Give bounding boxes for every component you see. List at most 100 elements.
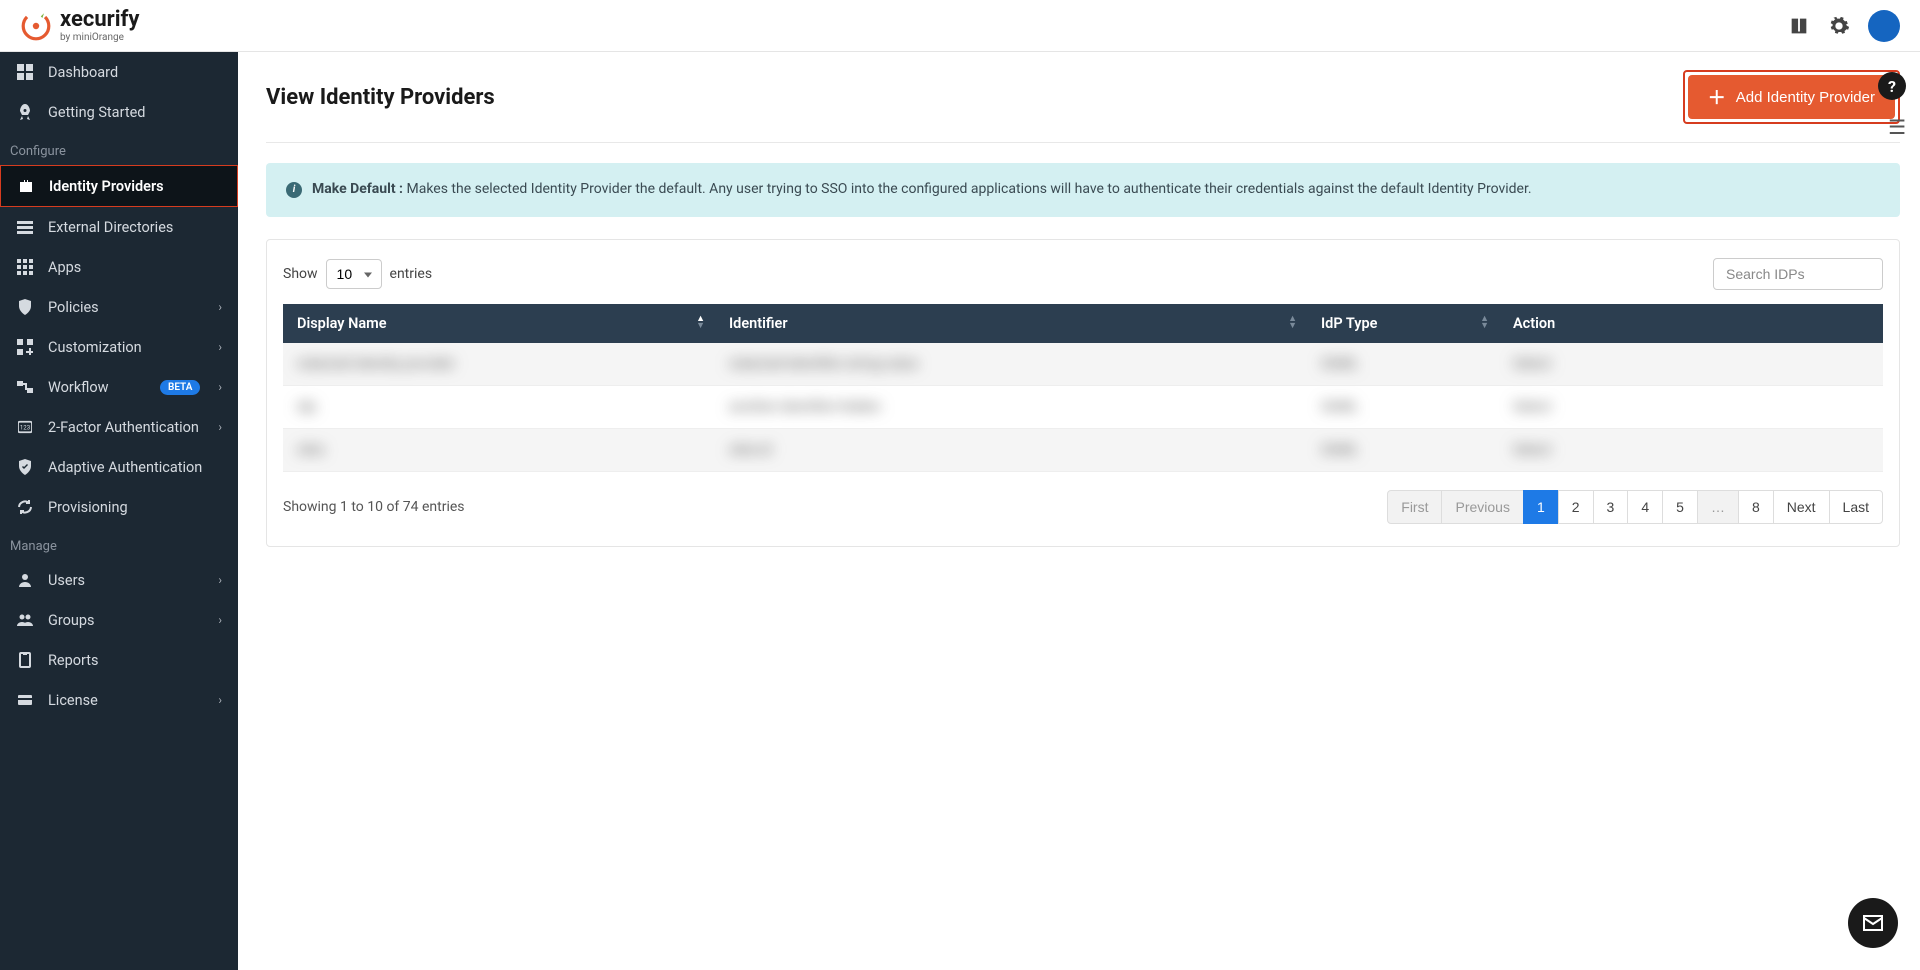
entries-select[interactable]: 10 xyxy=(326,259,382,289)
show-label: Show xyxy=(283,266,318,282)
sidebar-item-label: Identity Providers xyxy=(49,178,221,195)
side-menu-toggle[interactable]: ☰ xyxy=(1888,115,1906,139)
list-icon xyxy=(16,218,34,236)
sidebar-item-label: Workflow xyxy=(48,379,146,396)
sidebar-item-adaptive-auth[interactable]: Adaptive Authentication xyxy=(0,447,238,487)
add-button-label: Add Identity Provider xyxy=(1736,89,1875,106)
page-4[interactable]: 4 xyxy=(1627,490,1663,524)
sidebar-item-users[interactable]: Users › xyxy=(0,560,238,600)
sort-icon: ▲▼ xyxy=(1288,316,1297,330)
sidebar-item-apps[interactable]: Apps xyxy=(0,247,238,287)
cell-type: SAML xyxy=(1307,428,1499,471)
col-display-name[interactable]: Display Name ▲▼ xyxy=(283,304,715,343)
section-configure: Configure xyxy=(0,132,238,165)
chevron-right-icon: › xyxy=(218,573,222,587)
help-button[interactable]: ? xyxy=(1878,72,1906,100)
page-header: View Identity Providers ＋ Add Identity P… xyxy=(266,70,1900,143)
col-identifier[interactable]: Identifier ▲▼ xyxy=(715,304,1307,343)
dashboard-icon xyxy=(16,63,34,81)
sidebar-item-reports[interactable]: Reports xyxy=(0,640,238,680)
banner-text: Make Default : Makes the selected Identi… xyxy=(312,179,1532,201)
page-last[interactable]: Last xyxy=(1829,490,1883,524)
banner-title: Make Default : xyxy=(312,181,403,197)
cell-type: SAML xyxy=(1307,385,1499,428)
chevron-right-icon: › xyxy=(218,300,222,314)
cell-action[interactable]: Select xyxy=(1499,428,1883,471)
idp-table-card: Show 10 entries Display Name ▲▼ xyxy=(266,239,1900,547)
page-title: View Identity Providers xyxy=(266,85,495,110)
page-next[interactable]: Next xyxy=(1773,490,1830,524)
sidebar-item-getting-started[interactable]: Getting Started xyxy=(0,92,238,132)
sidebar-item-label: Users xyxy=(48,572,204,589)
sidebar-item-label: Customization xyxy=(48,339,204,356)
chevron-right-icon: › xyxy=(218,380,222,394)
add-identity-provider-button[interactable]: ＋ Add Identity Provider xyxy=(1688,75,1895,119)
sort-icon: ▲▼ xyxy=(696,316,705,330)
sidebar-item-provisioning[interactable]: Provisioning xyxy=(0,487,238,527)
logo-icon xyxy=(20,10,52,42)
page-3[interactable]: 3 xyxy=(1593,490,1629,524)
info-banner: i Make Default : Makes the selected Iden… xyxy=(266,163,1900,217)
chat-button[interactable] xyxy=(1848,898,1898,948)
gear-icon[interactable] xyxy=(1828,15,1850,37)
rocket-icon xyxy=(16,103,34,121)
cell-action[interactable]: Select xyxy=(1499,385,1883,428)
page-previous[interactable]: Previous xyxy=(1441,490,1523,524)
sidebar-item-label: Reports xyxy=(48,652,222,669)
cell-identifier: okta-id xyxy=(715,428,1307,471)
banner-body: Makes the selected Identity Provider the… xyxy=(406,181,1531,197)
sidebar-item-label: External Directories xyxy=(48,219,222,236)
brand-name: xecurify xyxy=(60,9,139,31)
search-input[interactable] xyxy=(1713,258,1883,290)
shield-icon xyxy=(16,298,34,316)
sidebar-item-policies[interactable]: Policies › xyxy=(0,287,238,327)
table-row: idp another-identifier-hidden SAML Selec… xyxy=(283,385,1883,428)
main-content: View Identity Providers ＋ Add Identity P… xyxy=(238,52,1920,970)
chevron-right-icon: › xyxy=(218,420,222,434)
cell-name: okta xyxy=(283,428,715,471)
book-icon[interactable] xyxy=(1788,15,1810,37)
card-icon xyxy=(16,691,34,709)
page-8[interactable]: 8 xyxy=(1738,490,1774,524)
sync-icon xyxy=(16,498,34,516)
sidebar-item-label: 2-Factor Authentication xyxy=(48,419,204,436)
chevron-right-icon: › xyxy=(218,613,222,627)
sidebar-item-groups[interactable]: Groups › xyxy=(0,600,238,640)
logo[interactable]: xecurify by miniOrange xyxy=(20,9,139,43)
sidebar-item-dashboard[interactable]: Dashboard xyxy=(0,52,238,92)
col-idp-type[interactable]: IdP Type ▲▼ xyxy=(1307,304,1499,343)
avatar[interactable] xyxy=(1868,10,1900,42)
header-actions xyxy=(1788,10,1900,42)
page-2[interactable]: 2 xyxy=(1558,490,1594,524)
section-manage: Manage xyxy=(0,527,238,560)
page-5[interactable]: 5 xyxy=(1662,490,1698,524)
keypad-icon: 123 xyxy=(16,418,34,436)
sidebar-item-customization[interactable]: Customization › xyxy=(0,327,238,367)
page-first[interactable]: First xyxy=(1387,490,1442,524)
header: xecurify by miniOrange xyxy=(0,0,1920,52)
sidebar-item-label: License xyxy=(48,692,204,709)
cell-identifier: redacted-identifier-string-value xyxy=(715,343,1307,386)
page-ellipsis: … xyxy=(1697,490,1739,524)
grid-icon xyxy=(16,258,34,276)
sidebar-item-2fa[interactable]: 123 2-Factor Authentication › xyxy=(0,407,238,447)
info-icon: i xyxy=(286,182,302,198)
user-icon xyxy=(16,571,34,589)
pagination: First Previous 1 2 3 4 5 … 8 Next Last xyxy=(1388,490,1883,524)
sidebar-item-workflow[interactable]: Workflow BETA › xyxy=(0,367,238,407)
shield-check-icon xyxy=(16,458,34,476)
cell-action[interactable]: Select xyxy=(1499,343,1883,386)
sidebar-item-external-directories[interactable]: External Directories xyxy=(0,207,238,247)
idp-table: Display Name ▲▼ Identifier ▲▼ IdP Type ▲… xyxy=(283,304,1883,472)
sidebar-item-label: Dashboard xyxy=(48,64,222,81)
table-row: okta okta-id SAML Select xyxy=(283,428,1883,471)
show-entries: Show 10 entries xyxy=(283,259,432,289)
sidebar-item-license[interactable]: License › xyxy=(0,680,238,720)
cell-identifier: another-identifier-hidden xyxy=(715,385,1307,428)
sidebar-item-identity-providers[interactable]: Identity Providers xyxy=(0,165,238,207)
page-1[interactable]: 1 xyxy=(1523,490,1559,524)
sidebar-item-label: Getting Started xyxy=(48,104,222,121)
sidebar-item-label: Adaptive Authentication xyxy=(48,459,222,476)
group-icon xyxy=(16,611,34,629)
plus-icon: ＋ xyxy=(1708,84,1726,110)
